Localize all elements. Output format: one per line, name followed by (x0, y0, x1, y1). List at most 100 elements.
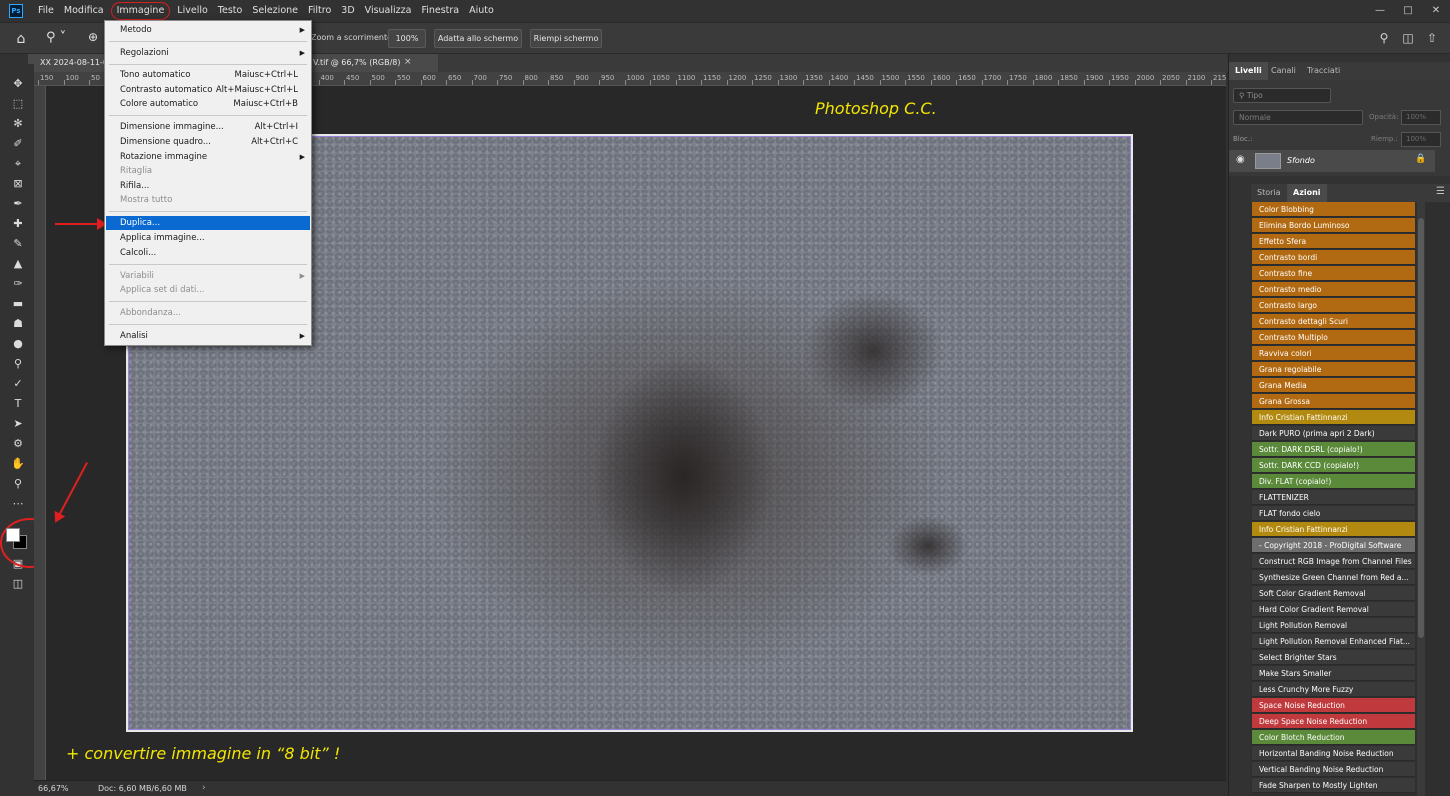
blur-tool-icon[interactable]: ● (9, 336, 27, 352)
tab-tracciati[interactable]: Tracciati (1301, 62, 1346, 80)
action-item[interactable]: Hard Color Gradient Removal (1252, 602, 1415, 617)
opacity-field[interactable]: 100% (1401, 110, 1441, 125)
eyedropper-icon[interactable]: ✒ (9, 196, 27, 212)
menu-item-rifila[interactable]: Rifila... (106, 179, 310, 193)
zoom-tool-side-icon[interactable]: ⚲ (9, 476, 27, 492)
action-item[interactable]: Contrasto Multiplo (1252, 330, 1415, 345)
fit-screen-button[interactable]: Adatta allo schermo (434, 29, 522, 48)
screen-mode-icon[interactable]: ◫ (9, 576, 27, 592)
action-item[interactable]: Contrasto medio (1252, 282, 1415, 297)
menu-immagine[interactable]: Immagine (110, 2, 171, 20)
layer-row[interactable]: ◉ Sfondo 🔒 (1229, 150, 1435, 172)
action-item[interactable]: Grana Media (1252, 378, 1415, 393)
menu-livello[interactable]: Livello (172, 0, 213, 22)
action-item[interactable]: Fade Sharpen to Mostly Lighten (1252, 778, 1415, 793)
action-item[interactable]: FLAT fondo cielo (1252, 506, 1415, 521)
action-item[interactable]: Sottr. DARK DSRL (copialo!) (1252, 442, 1415, 457)
zoom-100-button[interactable]: 100% (388, 29, 426, 48)
brush-tool-icon[interactable]: ✎ (9, 236, 27, 252)
action-item[interactable]: Horizontal Banding Noise Reduction (1252, 746, 1415, 761)
action-item[interactable]: Dark PURO (prima apri 2 Dark) (1252, 426, 1415, 441)
action-item[interactable]: Select Brighter Stars (1252, 650, 1415, 665)
action-item[interactable]: Color Blotch Reduction (1252, 730, 1415, 745)
paint-bucket-icon[interactable]: ☗ (9, 316, 27, 332)
action-item[interactable]: Contrasto largo (1252, 298, 1415, 313)
menu-modifica[interactable]: Modifica (59, 0, 109, 22)
tab-storia[interactable]: Storia (1251, 184, 1287, 202)
eraser-icon[interactable]: ▬ (9, 296, 27, 312)
more-tools-icon[interactable]: ⋯ (9, 496, 27, 512)
action-item[interactable]: - Copyright 2018 - ProDigital Software (1252, 538, 1415, 553)
action-item[interactable]: Synthesize Green Channel from Red a... (1252, 570, 1415, 585)
pen-tool-icon[interactable]: ✓ (9, 376, 27, 392)
marquee-tool-icon[interactable]: ⬚ (9, 96, 27, 112)
menu-finestra[interactable]: Finestra (416, 0, 464, 22)
action-item[interactable]: Deep Space Noise Reduction (1252, 714, 1415, 729)
action-item[interactable]: Ravviva colori (1252, 346, 1415, 361)
history-brush-icon[interactable]: ✑ (9, 276, 27, 292)
fill-field[interactable]: 100% (1401, 132, 1441, 147)
menu-filtro[interactable]: Filtro (303, 0, 336, 22)
action-item[interactable]: Contrasto fine (1252, 266, 1415, 281)
crop-tool-icon[interactable]: ⌖ (9, 156, 27, 172)
menu-item-tono-automatico[interactable]: Tono automatico Maiusc+Ctrl+L (106, 68, 310, 82)
action-item[interactable]: Make Stars Smaller (1252, 666, 1415, 681)
action-item[interactable]: Light Pollution Removal (1252, 618, 1415, 633)
zoom-in-icon[interactable]: ⊕ (88, 30, 104, 48)
action-item[interactable]: Div. FLAT (copialo!) (1252, 474, 1415, 489)
visibility-eye-icon[interactable]: ◉ (1236, 154, 1245, 165)
action-item[interactable]: FLATTENIZER (1252, 490, 1415, 505)
hand-tool-icon[interactable]: ✋ (9, 456, 27, 472)
close-icon[interactable]: ✕ (1422, 0, 1450, 22)
healing-brush-icon[interactable]: ✚ (9, 216, 27, 232)
workspace-icon[interactable]: ◫ (1400, 29, 1416, 47)
search-icon[interactable]: ⚲ (1376, 29, 1392, 47)
clone-stamp-icon[interactable]: ▲ (9, 256, 27, 272)
action-item[interactable]: Grana regolabile (1252, 362, 1415, 377)
maximize-icon[interactable]: □ (1394, 0, 1422, 22)
action-item[interactable]: Sottr. DARK CCD (copialo!) (1252, 458, 1415, 473)
panel-menu-icon[interactable]: ☰ (1436, 186, 1445, 197)
lasso-tool-icon[interactable]: ✻ (9, 116, 27, 132)
frame-tool-icon[interactable]: ⊠ (9, 176, 27, 192)
menu-item-rotazione-immagine[interactable]: Rotazione immagine ▶ (106, 150, 310, 164)
action-item[interactable]: Info Cristian Fattinnanzi (1252, 522, 1415, 537)
tab-close-icon[interactable]: × (404, 57, 412, 67)
type-tool-icon[interactable]: T (9, 396, 27, 412)
menu-item-dimensione-quadro[interactable]: Dimensione quadro... Alt+Ctrl+C (106, 135, 310, 149)
action-item[interactable]: Light Pollution Removal Enhanced Flat... (1252, 634, 1415, 649)
menu-item-analisi[interactable]: Analisi ▶ (106, 329, 310, 343)
action-item[interactable]: Contrasto bordi (1252, 250, 1415, 265)
home-icon[interactable]: ⌂ (12, 30, 30, 48)
scrollbar-thumb[interactable] (1418, 218, 1424, 638)
action-item[interactable]: Soft Color Gradient Removal (1252, 586, 1415, 601)
path-selection-icon[interactable]: ➤ (9, 416, 27, 432)
layer-lock-icon[interactable]: 🔒 (1415, 154, 1426, 164)
action-item[interactable]: Grana Grossa (1252, 394, 1415, 409)
zoom-tool-icon[interactable]: ⚲ ˅ (46, 30, 74, 48)
minimize-icon[interactable]: — (1366, 0, 1394, 22)
quick-selection-icon[interactable]: ✐ (9, 136, 27, 152)
action-item[interactable]: Effetto Sfera (1252, 234, 1415, 249)
tab-azioni[interactable]: Azioni (1287, 184, 1327, 202)
tab-canali[interactable]: Canali (1265, 62, 1302, 80)
fill-screen-button[interactable]: Riempi schermo (530, 29, 602, 48)
menu-item-metodo[interactable]: Metodo ▶ (106, 23, 310, 37)
zoom-level[interactable]: 66,67% (38, 784, 69, 793)
action-item[interactable]: Color Blobbing (1252, 202, 1415, 217)
actions-scrollbar[interactable] (1417, 202, 1425, 796)
menu-item-dimensione-immagine[interactable]: Dimensione immagine... Alt+Ctrl+I (106, 120, 310, 134)
action-item[interactable]: Info Cristian Fattinnanzi (1252, 410, 1415, 425)
foreground-color-swatch[interactable] (6, 528, 20, 542)
layer-filter-input[interactable]: ⚲ Tipo (1233, 88, 1331, 103)
menu-item-colore-automatico[interactable]: Colore automatico Maiusc+Ctrl+B (106, 97, 310, 111)
tab-livelli[interactable]: Livelli (1229, 62, 1268, 80)
menu-testo[interactable]: Testo (213, 0, 248, 22)
menu-3d[interactable]: 3D (336, 0, 359, 22)
menu-visualizza[interactable]: Visualizza (360, 0, 417, 22)
menu-selezione[interactable]: Selezione (247, 0, 303, 22)
action-item[interactable]: Less Crunchy More Fuzzy (1252, 682, 1415, 697)
move-tool-icon[interactable]: ✥ (9, 76, 27, 92)
menu-item-contrasto-automatico[interactable]: Contrasto automatico Alt+Maiusc+Ctrl+L (106, 83, 310, 97)
menu-item-duplica[interactable]: Duplica... (106, 216, 310, 230)
